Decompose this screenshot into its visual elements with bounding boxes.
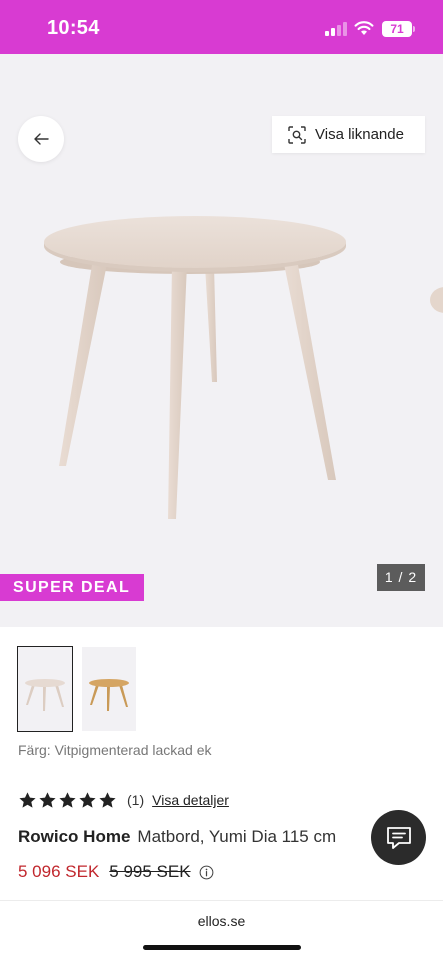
browser-url[interactable]: ellos.se bbox=[0, 913, 443, 929]
visual-search-icon bbox=[288, 125, 306, 144]
thumbnail-white-oak[interactable] bbox=[17, 646, 73, 732]
rating-row: (1) Visa detaljer bbox=[18, 789, 229, 811]
show-details-link[interactable]: Visa detaljer bbox=[152, 792, 229, 808]
back-button[interactable] bbox=[18, 116, 64, 162]
product-image-table bbox=[44, 216, 346, 519]
status-time: 10:54 bbox=[47, 17, 100, 39]
battery-tip bbox=[413, 26, 415, 32]
super-deal-badge: SUPER DEAL bbox=[0, 574, 144, 601]
star-icon bbox=[99, 791, 116, 808]
chat-button[interactable] bbox=[371, 810, 426, 865]
divider bbox=[0, 900, 443, 901]
wifi-icon bbox=[354, 21, 374, 35]
current-price: 5 096 SEK bbox=[18, 862, 100, 881]
star-icon bbox=[39, 791, 56, 808]
thumbnail-table-image bbox=[89, 679, 129, 711]
chat-icon bbox=[386, 826, 411, 849]
color-label: Färg: Vitpigmenterad lackad ek bbox=[18, 742, 212, 758]
star-icon bbox=[59, 791, 76, 808]
star-icon bbox=[79, 791, 96, 808]
star-icon bbox=[19, 791, 36, 808]
cellular-signal-icon bbox=[325, 22, 347, 36]
thumbnail-table-image bbox=[25, 679, 65, 711]
product-name: Matbord, Yumi Dia 115 cm bbox=[137, 827, 337, 846]
show-similar-button[interactable]: Visa liknande bbox=[272, 116, 425, 153]
price-row: 5 096 SEK 5 995 SEK bbox=[18, 862, 214, 882]
review-count: (1) bbox=[127, 792, 145, 808]
battery-icon: 71 bbox=[382, 21, 412, 37]
show-similar-label: Visa liknande bbox=[315, 126, 404, 143]
star-rating bbox=[18, 791, 117, 810]
product-image-gallery[interactable]: Visa liknande bbox=[0, 54, 443, 627]
info-icon[interactable] bbox=[199, 865, 214, 880]
product-brand: Rowico Home bbox=[18, 827, 131, 846]
status-bar: 10:54 71 bbox=[0, 0, 443, 54]
home-indicator[interactable] bbox=[143, 945, 301, 950]
thumbnail-natural-oak[interactable] bbox=[82, 647, 136, 731]
arrow-left-icon bbox=[34, 133, 49, 145]
original-price: 5 995 SEK bbox=[109, 862, 191, 881]
image-counter: 1 / 2 bbox=[377, 564, 425, 591]
product-title: Rowico Home Matbord, Yumi Dia 115 cm bbox=[18, 827, 336, 847]
